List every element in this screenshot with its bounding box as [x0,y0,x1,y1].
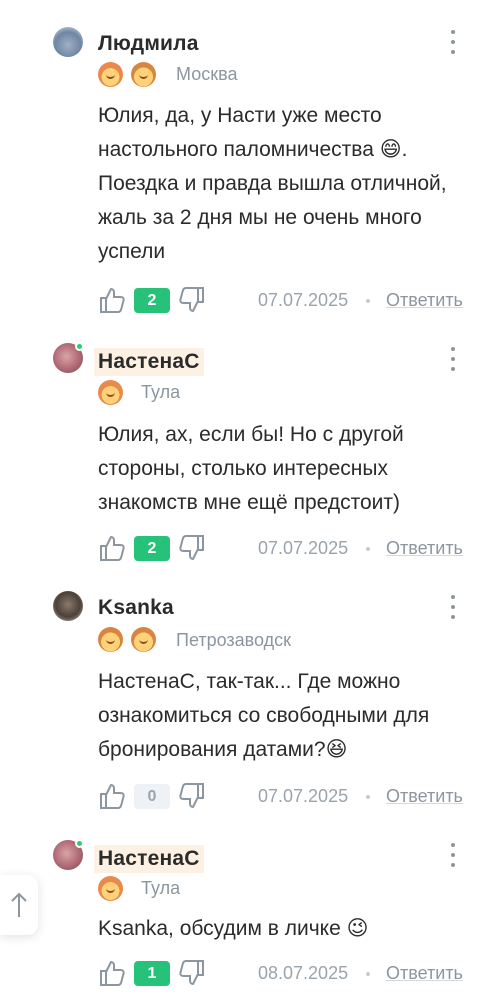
comment-author[interactable]: Людмила [98,32,199,56]
online-indicator [75,839,84,848]
author-city: Тула [141,878,181,898]
like-count-badge: 2 [134,536,170,561]
separator-dot [366,299,370,303]
girl-badge-icon [98,876,123,901]
thumb-down-icon[interactable] [178,958,206,988]
reply-link[interactable]: Ответить [386,290,463,311]
comment-text: НастенаС, так-так... Где можно ознакомит… [98,670,430,761]
boy-badge-icon [131,627,156,652]
more-options-icon[interactable] [448,30,458,54]
girl-badge-icon [98,62,123,87]
separator-dot [366,795,370,799]
user-badges [98,62,156,87]
comment-date: 08.07.2025 [258,963,349,983]
thumb-down-icon[interactable] [178,781,206,811]
thumb-up-icon[interactable] [98,958,126,988]
comment-author[interactable]: Ksanka [98,596,174,620]
online-indicator [75,342,84,351]
like-count-badge: 0 [134,784,170,809]
thumb-down-icon[interactable] [178,533,206,563]
more-options-icon[interactable] [448,595,458,619]
comment-date: 07.07.2025 [258,538,349,558]
user-badges [98,627,156,652]
comment-actions: 0 07.07.2025 Ответить [98,781,478,811]
separator-dot [366,972,370,976]
thumb-down-icon[interactable] [178,285,206,315]
thumb-up-icon[interactable] [98,285,126,315]
comment-date: 07.07.2025 [258,786,349,806]
boy-badge-icon [131,62,156,87]
comment-text: Юлия, да, у Насти уже место настольного … [98,104,447,263]
author-city: Тула [141,382,181,402]
avatar[interactable] [53,27,83,57]
comment-actions: 2 07.07.2025 Ответить [98,533,478,563]
comment-author[interactable]: НастенаС [94,845,204,873]
arrow-up-icon [11,892,27,917]
more-options-icon[interactable] [448,347,458,371]
user-badges [98,876,123,901]
like-count-badge: 2 [134,288,170,313]
reply-link[interactable]: Ответить [386,538,463,559]
comment-author[interactable]: НастенаС [94,348,204,376]
comment-actions: 1 08.07.2025 Ответить [98,958,478,988]
more-options-icon[interactable] [448,843,458,867]
avatar[interactable] [53,591,83,621]
author-city: Москва [176,64,238,84]
reply-link[interactable]: Ответить [386,786,463,807]
separator-dot [366,547,370,551]
user-badges [98,380,123,405]
scroll-to-top-button[interactable] [0,875,38,935]
thumb-up-icon[interactable] [98,533,126,563]
comment-text: Юлия, ах, если бы! Но с другой стороны, … [98,423,404,514]
reply-link[interactable]: Ответить [386,963,463,984]
thumb-up-icon[interactable] [98,781,126,811]
boy-badge-icon [98,627,123,652]
girl-badge-icon [98,380,123,405]
comment-actions: 2 07.07.2025 Ответить [98,285,478,315]
comment-text: Ksanka, обсудим в личке 😉 [98,917,369,940]
author-city: Петрозаводск [176,630,292,650]
comment-date: 07.07.2025 [258,290,349,310]
like-count-badge: 1 [134,961,170,986]
